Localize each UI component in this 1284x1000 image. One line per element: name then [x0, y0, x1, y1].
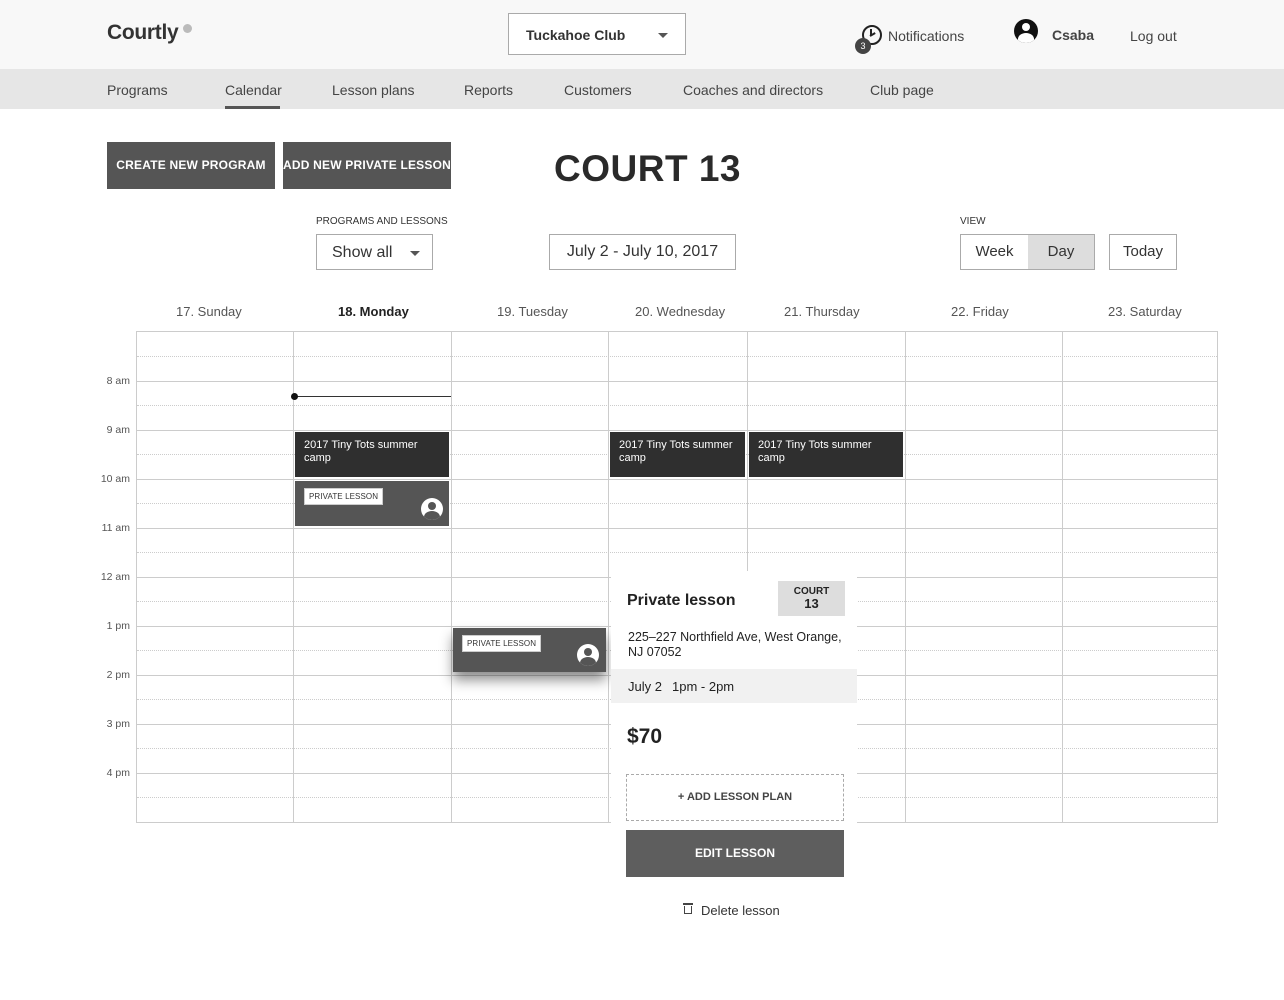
- time-label: 11 am: [101, 522, 130, 534]
- add-private-lesson-button[interactable]: ADD NEW PRIVATE LESSON: [283, 142, 451, 189]
- nav-item-club-page[interactable]: Club page: [870, 82, 934, 98]
- grid-day-divider: [293, 332, 294, 822]
- user-name[interactable]: Csaba: [1052, 27, 1094, 43]
- nav-item-calendar[interactable]: Calendar: [225, 82, 282, 98]
- club-select[interactable]: Tuckahoe Club: [508, 13, 686, 55]
- nav-item-programs[interactable]: Programs: [107, 82, 168, 98]
- nav-item-coaches-and-directors[interactable]: Coaches and directors: [683, 82, 823, 98]
- view-week-button[interactable]: Week: [961, 235, 1028, 269]
- event-private-lesson-tuesday-selected[interactable]: PRIVATE LESSON: [453, 628, 606, 672]
- tennis-ball-icon: [183, 24, 192, 33]
- court-badge: COURT 13: [778, 581, 845, 616]
- time-label: 12 am: [100, 571, 130, 583]
- grid-hour-line: [137, 381, 1217, 382]
- day-header-tuesday[interactable]: 19. Tuesday: [497, 304, 568, 319]
- today-button[interactable]: Today: [1109, 234, 1177, 270]
- view-toggle: Week Day: [960, 234, 1095, 270]
- add-lesson-plan-button[interactable]: + ADD LESSON PLAN: [626, 774, 844, 821]
- notification-count-badge: 3: [855, 38, 871, 54]
- trash-icon[interactable]: [683, 902, 693, 914]
- grid-day-divider: [608, 332, 609, 822]
- lesson-date: July 2: [628, 679, 662, 694]
- time-label: 4 pm: [106, 767, 130, 779]
- create-program-button[interactable]: CREATE NEW PROGRAM: [107, 142, 275, 189]
- time-label: 8 am: [106, 375, 130, 387]
- view-day-button[interactable]: Day: [1028, 235, 1094, 269]
- private-lesson-tag: PRIVATE LESSON: [304, 488, 384, 505]
- grid-half-hour-line: [137, 405, 1217, 406]
- notifications-link[interactable]: Notifications: [888, 28, 964, 44]
- day-header-sunday[interactable]: 17. Sunday: [176, 304, 242, 319]
- main-nav: Programs Calendar Lesson plans Reports C…: [0, 69, 1284, 109]
- time-label: 10 am: [100, 473, 130, 485]
- programs-filter-select[interactable]: Show all: [316, 234, 433, 270]
- view-label: VIEW: [960, 216, 986, 227]
- delete-lesson-link[interactable]: Delete lesson: [701, 903, 780, 918]
- chevron-down-icon: [410, 251, 420, 256]
- top-header: Courtly Tuckahoe Club 3 Notifications Cs…: [0, 0, 1284, 69]
- nav-item-reports[interactable]: Reports: [464, 82, 513, 98]
- popover-title: Private lesson: [627, 592, 736, 609]
- date-range-picker[interactable]: July 2 - July 10, 2017: [549, 234, 736, 270]
- day-header-saturday[interactable]: 23. Saturday: [1108, 304, 1182, 319]
- edit-lesson-button[interactable]: EDIT LESSON: [626, 830, 844, 877]
- grid-hour-line: [137, 528, 1217, 529]
- chevron-down-icon: [658, 33, 668, 38]
- event-camp-thursday[interactable]: 2017 Tiny Tots summer camp: [749, 432, 903, 477]
- grid-day-divider: [451, 332, 452, 822]
- grid-day-divider: [1062, 332, 1063, 822]
- grid-half-hour-line: [137, 552, 1217, 553]
- court-badge-number: 13: [804, 596, 819, 611]
- user-avatar-icon[interactable]: [1014, 19, 1038, 43]
- nav-item-customers[interactable]: Customers: [564, 82, 632, 98]
- event-camp-wednesday[interactable]: 2017 Tiny Tots summer camp: [610, 432, 745, 477]
- person-icon: [421, 498, 443, 520]
- logo[interactable]: Courtly: [107, 21, 179, 45]
- time-label: 3 pm: [106, 718, 130, 730]
- lesson-time: 1pm - 2pm: [672, 679, 735, 694]
- time-label: 1 pm: [106, 620, 130, 632]
- programs-filter-label: PROGRAMS AND LESSONS: [316, 216, 448, 227]
- lesson-address: 225–227 Northfield Ave, West Orange, NJ …: [628, 630, 842, 659]
- private-lesson-tag: PRIVATE LESSON: [462, 635, 542, 652]
- day-header-wednesday[interactable]: 20. Wednesday: [635, 304, 725, 319]
- day-header-monday[interactable]: 18. Monday: [338, 304, 409, 319]
- programs-filter-value: Show all: [332, 244, 393, 261]
- event-private-lesson-monday[interactable]: PRIVATE LESSON: [295, 481, 449, 526]
- page-title: COURT 13: [554, 148, 741, 189]
- event-camp-monday[interactable]: 2017 Tiny Tots summer camp: [295, 432, 449, 477]
- day-header-thursday[interactable]: 21. Thursday: [784, 304, 860, 319]
- grid-hour-line: [137, 479, 1217, 480]
- lesson-detail-popover: Private lesson COURT 13 225–227 Northfie…: [611, 571, 857, 941]
- nav-item-lesson-plans[interactable]: Lesson plans: [332, 82, 415, 98]
- time-label: 2 pm: [106, 669, 130, 681]
- lesson-datetime: July 2 1pm - 2pm: [611, 669, 857, 703]
- grid-day-divider: [905, 332, 906, 822]
- day-header-friday[interactable]: 22. Friday: [951, 304, 1009, 319]
- lesson-price: $70: [627, 725, 663, 748]
- person-icon: [577, 644, 599, 666]
- active-tab-indicator: [225, 106, 280, 109]
- current-time-line: [294, 396, 451, 397]
- logout-link[interactable]: Log out: [1130, 28, 1177, 44]
- grid-half-hour-line: [137, 356, 1217, 357]
- club-select-value: Tuckahoe Club: [526, 27, 626, 43]
- grid-hour-line: [137, 430, 1217, 431]
- current-time-dot: [291, 393, 298, 400]
- time-label: 9 am: [106, 424, 130, 436]
